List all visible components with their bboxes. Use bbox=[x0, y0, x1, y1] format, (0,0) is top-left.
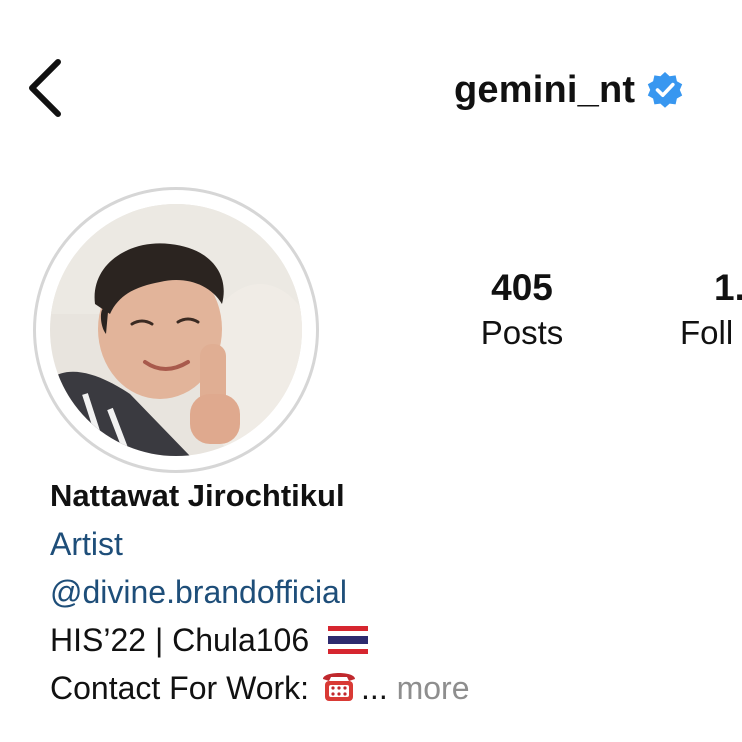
followers-label: Foll bbox=[680, 314, 734, 351]
profile-bio: Nattawat Jirochtikul Artist @divine.bran… bbox=[50, 472, 730, 712]
bio-ellipsis: ... bbox=[361, 670, 388, 706]
more-button[interactable]: more bbox=[397, 670, 470, 706]
chevron-left-icon bbox=[29, 59, 61, 117]
bio-line-2-text: Contact For Work: bbox=[50, 670, 310, 706]
avatar-photo bbox=[50, 204, 302, 456]
verified-badge-icon bbox=[648, 72, 683, 108]
avatar[interactable] bbox=[50, 204, 302, 456]
username-title: gemini_nt bbox=[454, 69, 636, 111]
followers-stat[interactable]: 1. Foll bbox=[680, 266, 742, 354]
bio-line-1: HIS’22 | Chula106 bbox=[50, 616, 730, 664]
profile-header: gemini_nt bbox=[454, 66, 685, 114]
mention-link[interactable]: @divine.brandofficial bbox=[50, 568, 730, 616]
display-name: Nattawat Jirochtikul bbox=[50, 478, 345, 513]
posts-stat[interactable]: 405 Posts bbox=[462, 266, 582, 354]
profile-screen: gemini_nt 405 Posts 1. Foll Nattawat Jir… bbox=[0, 0, 742, 742]
category-label: Artist bbox=[50, 526, 123, 562]
posts-count: 405 bbox=[491, 267, 553, 308]
bio-line-1-text: HIS’22 | Chula106 bbox=[50, 622, 310, 658]
thailand-flag-icon bbox=[328, 626, 369, 654]
back-button[interactable] bbox=[22, 56, 70, 120]
bio-line-2: Contact For Work: ... more bbox=[50, 664, 730, 712]
posts-label: Posts bbox=[480, 314, 564, 351]
followers-count: 1. bbox=[714, 267, 742, 308]
telephone-icon bbox=[323, 673, 356, 701]
